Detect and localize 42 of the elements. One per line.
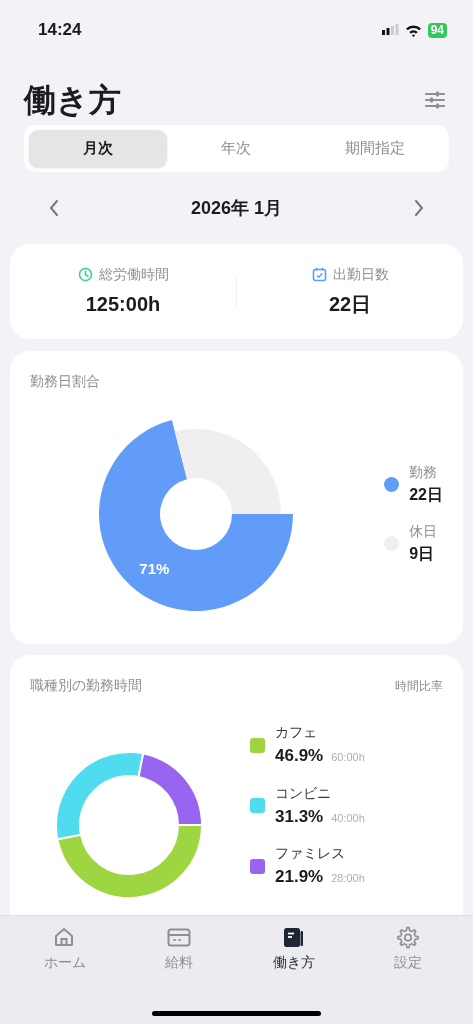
- segment-tab[interactable]: 期間指定: [305, 130, 444, 167]
- legend-label: ファミレス: [275, 844, 346, 863]
- legend-label: コンビニ: [275, 783, 332, 803]
- slice-label: 71%: [139, 559, 170, 577]
- segment-tab[interactable]: 年次: [167, 130, 306, 167]
- credit-card-icon: [167, 926, 192, 950]
- settings-icon: [395, 926, 420, 950]
- legend-percent: 46.9%: [275, 745, 324, 767]
- tab-bar-item[interactable]: 給料: [122, 926, 237, 973]
- stat-value: 22日: [328, 292, 372, 317]
- card-title: 勤務日割合: [30, 372, 101, 391]
- notebook-icon: [281, 926, 306, 950]
- legend-percent: 31.3%: [275, 805, 324, 828]
- page-title: 働き方: [24, 84, 121, 116]
- tab-bar-item[interactable]: ホーム: [8, 926, 123, 973]
- period-label: 2026年 1月: [190, 196, 283, 220]
- legend-label: カフェ: [275, 723, 318, 742]
- legend-hours: 60:00h: [331, 750, 365, 765]
- settings-sliders-icon: [424, 91, 446, 109]
- chevron-left-icon: [49, 200, 59, 216]
- signal-icon: [381, 24, 399, 36]
- legend-value: 9日: [409, 544, 436, 564]
- battery-level: 94: [427, 22, 447, 38]
- legend-label: 休日: [409, 522, 438, 541]
- calendar-check-icon: [311, 267, 327, 282]
- legend-hours: 28:00h: [331, 871, 365, 886]
- tab-bar-item[interactable]: 設定: [350, 926, 465, 973]
- wifi-icon: [404, 23, 422, 37]
- tab-bar-item[interactable]: 働き方: [236, 926, 351, 973]
- card-caption: 時間比率: [395, 677, 443, 695]
- clock-icon: [77, 267, 93, 282]
- stat-label: 総労働時間: [98, 265, 169, 284]
- stat-label: 出勤日数: [332, 265, 389, 284]
- legend-hours: 40:00h: [331, 810, 365, 826]
- chevron-right-icon: [414, 200, 424, 216]
- legend-label: 勤務: [409, 463, 439, 482]
- segment-tab[interactable]: 月次: [29, 130, 168, 167]
- stat-value: 125:00h: [85, 292, 161, 317]
- legend-value: 22日: [409, 485, 443, 505]
- card-title: 職種別の勤務時間: [30, 676, 142, 695]
- status-time: 14:24: [38, 19, 82, 42]
- legend-percent: 21.9%: [275, 866, 324, 888]
